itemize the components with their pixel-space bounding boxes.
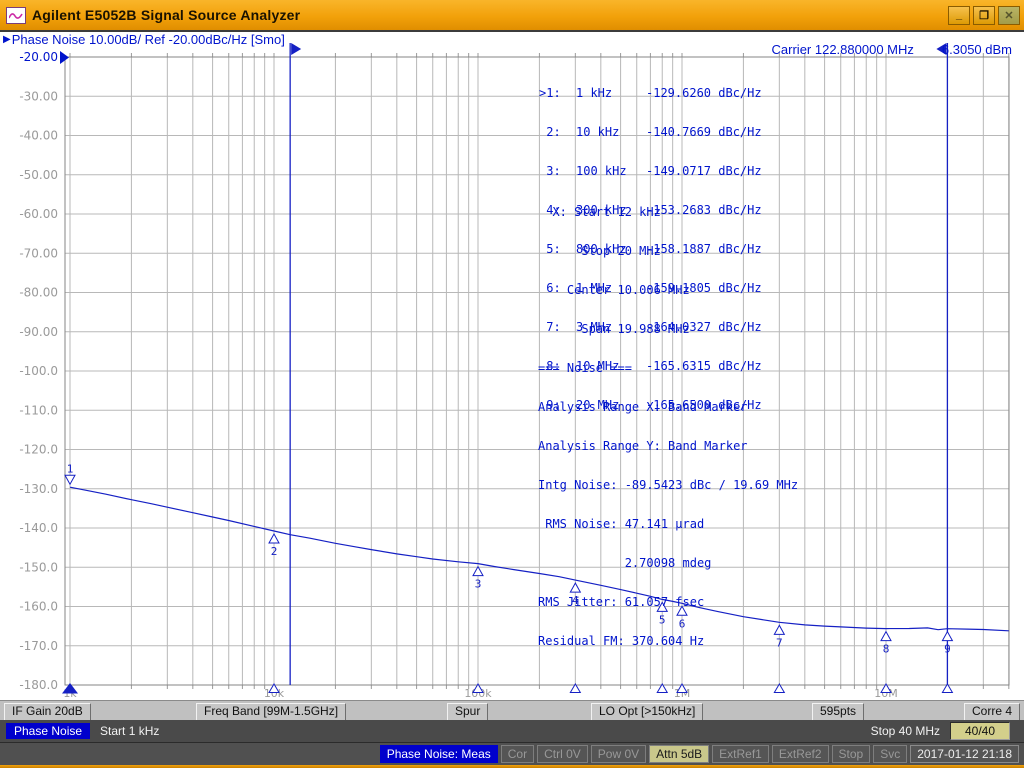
table-row: 2: 10 kHz-140.7669 dBc/Hz xyxy=(539,126,762,139)
analysis-line: Center 10.006 MHz xyxy=(538,284,798,297)
carrier-frequency: Carrier 122.880000 MHz xyxy=(772,42,914,57)
carrier-readout: Carrier 122.880000 MHz 6.3050 dBm xyxy=(772,42,1012,57)
restore-button[interactable]: ❐ xyxy=(973,6,995,25)
sweep-start-label: Start 1 kHz xyxy=(100,724,159,738)
if-gain-field[interactable]: IF Gain 20dB xyxy=(4,703,91,721)
marker-freq: 1 kHz xyxy=(576,87,646,100)
points-field[interactable]: 595pts xyxy=(812,703,864,721)
analysis-line: === Noise === xyxy=(538,362,798,375)
pow-button[interactable]: Pow 0V xyxy=(591,745,646,763)
datetime-display: 2017-01-12 21:18 xyxy=(910,745,1019,763)
table-row: 3: 100 kHz-149.0717 dBc/Hz xyxy=(539,165,762,178)
analysis-line: Analysis Range Y: Band Marker xyxy=(538,440,798,453)
analysis-line: RMS Jitter: 61.057 fsec xyxy=(538,596,798,609)
window-title: Agilent E5052B Signal Source Analyzer xyxy=(32,7,300,23)
marker-id: 2: xyxy=(539,126,563,139)
analysis-line: X: Start 12 kHz xyxy=(538,206,798,219)
extref1-button[interactable]: ExtRef1 xyxy=(712,745,769,763)
minimize-button[interactable]: _ xyxy=(948,6,970,25)
correction-field[interactable]: Corre 4 xyxy=(964,703,1020,721)
cor-button[interactable]: Cor xyxy=(501,745,534,763)
analysis-line: 2.70098 mdeg xyxy=(538,557,798,570)
lo-opt-field[interactable]: LO Opt [>150kHz] xyxy=(591,703,703,721)
marker-freq: 10 kHz xyxy=(576,126,646,139)
active-trace-arrow-icon: ▶ xyxy=(3,34,11,45)
instrument-taskbar: Phase Noise: Meas Cor Ctrl 0V Pow 0V Att… xyxy=(0,742,1024,765)
analysis-line: Residual FM: 370.604 Hz xyxy=(538,635,798,648)
table-row: >1: 1 kHz-129.6260 dBc/Hz xyxy=(539,87,762,100)
analysis-line: Intg Noise: -89.5423 dBc / 19.69 MHz xyxy=(538,479,798,492)
analysis-readout: X: Start 12 kHz Stop 20 MHz Center 10.00… xyxy=(538,180,798,674)
trace-header: ▶ Phase Noise 10.00dB/ Ref -20.00dBc/Hz … xyxy=(3,32,285,47)
analysis-line: Span 19.988 MHz xyxy=(538,323,798,336)
average-count-field[interactable]: 40/40 xyxy=(950,722,1010,740)
app-icon xyxy=(6,7,26,24)
trace-scale-label: Phase Noise 10.00dB/ Ref -20.00dBc/Hz [S… xyxy=(12,32,285,47)
app-window: Agilent E5052B Signal Source Analyzer _ … xyxy=(0,0,1024,768)
title-bar[interactable]: Agilent E5052B Signal Source Analyzer _ … xyxy=(0,0,1024,30)
spur-field[interactable]: Spur xyxy=(447,703,488,721)
marker-id: 3: xyxy=(539,165,563,178)
analysis-line: Analysis Range X: Band Marker xyxy=(538,401,798,414)
freq-band-field[interactable]: Freq Band [99M-1.5GHz] xyxy=(196,703,346,721)
marker-value: -149.0717 dBc/Hz xyxy=(646,165,762,178)
svc-button[interactable]: Svc xyxy=(873,745,907,763)
marker-value: -129.6260 dBc/Hz xyxy=(646,87,762,100)
analysis-line: RMS Noise: 47.141 μrad xyxy=(538,518,798,531)
measurement-mode-badge[interactable]: Phase Noise xyxy=(6,723,90,739)
stop-button[interactable]: Stop xyxy=(832,745,871,763)
carrier-power: 6.3050 dBm xyxy=(942,42,1012,57)
meas-status-button[interactable]: Phase Noise: Meas xyxy=(380,745,498,763)
extref2-button[interactable]: ExtRef2 xyxy=(772,745,829,763)
status-bar: IF Gain 20dB Freq Band [99M-1.5GHz] Spur… xyxy=(0,700,1024,720)
marker-id: >1: xyxy=(539,87,563,100)
marker-freq: 100 kHz xyxy=(576,165,646,178)
measurement-display xyxy=(0,30,1024,700)
close-button[interactable]: ✕ xyxy=(998,6,1020,25)
measurement-status-bar: Phase Noise Start 1 kHz Stop 40 MHz 40/4… xyxy=(0,720,1024,742)
marker-value: -140.7669 dBc/Hz xyxy=(646,126,762,139)
analysis-line: Stop 20 MHz xyxy=(538,245,798,258)
attn-button[interactable]: Attn 5dB xyxy=(649,745,709,763)
ctrl-button[interactable]: Ctrl 0V xyxy=(537,745,588,763)
sweep-stop-label: Stop 40 MHz xyxy=(871,724,940,738)
